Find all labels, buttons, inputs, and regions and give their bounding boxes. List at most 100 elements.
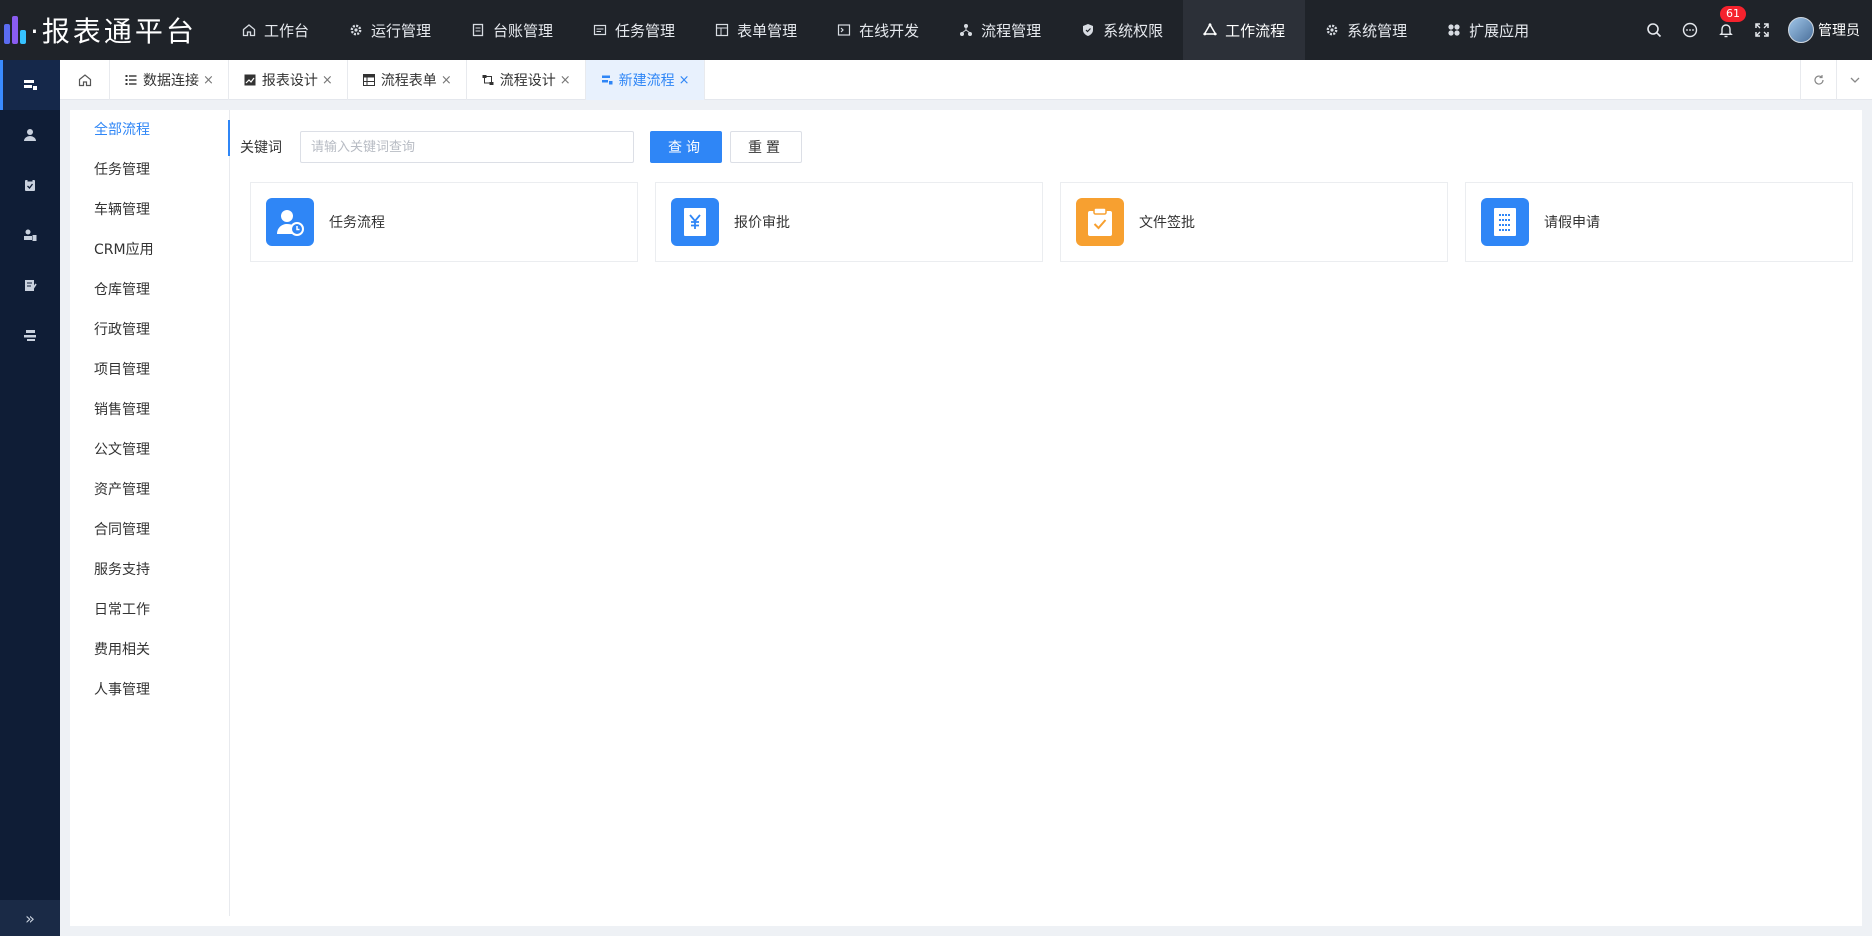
close-icon[interactable]: × <box>560 73 571 88</box>
category-item[interactable]: 行政管理 <box>70 310 229 350</box>
nav-item-label: 工作台 <box>264 21 310 40</box>
fullscreen-icon[interactable] <box>1744 0 1780 60</box>
nav-item-label: 在线开发 <box>859 21 920 40</box>
bell-icon[interactable]: 61 <box>1708 0 1746 60</box>
nav-item-label: 台账管理 <box>493 21 554 40</box>
side-rail: » <box>0 60 60 936</box>
nav-item-3[interactable]: 任务管理 <box>573 0 695 60</box>
category-item[interactable]: 全部流程 <box>70 110 230 156</box>
category-item[interactable]: 费用相关 <box>70 630 229 670</box>
search-icon[interactable] <box>1636 0 1672 60</box>
user-menu[interactable]: 管理员 <box>1780 17 1872 43</box>
nav-item-10[interactable]: 扩展应用 <box>1427 0 1549 60</box>
workflow-card-title: 请假申请 <box>1544 215 1600 231</box>
header-actions: 61 管理员 <box>1636 0 1872 60</box>
tab-label: 流程表单 <box>380 73 437 89</box>
double-chevron-right-icon: » <box>25 908 35 928</box>
category-list: 全部流程 任务管理 车辆管理 CRM应用 仓库管理 行政管理 项目管理 销售管理 公文管理 资产管… <box>70 110 230 916</box>
nav-item-label: 系统权限 <box>1103 21 1164 40</box>
flow-design-icon <box>481 73 495 87</box>
keyword-input[interactable] <box>300 131 634 163</box>
notification-badge: 61 <box>1720 6 1746 22</box>
yuan-document-icon <box>671 198 719 246</box>
nav-item-7[interactable]: 系统权限 <box>1061 0 1183 60</box>
gear-icon <box>1325 23 1339 37</box>
rail-item-org[interactable] <box>0 210 60 260</box>
workflow-card[interactable]: 文件签批 <box>1060 182 1448 262</box>
nav-item-8[interactable]: 工作流程 <box>1183 0 1306 60</box>
category-item[interactable]: 合同管理 <box>70 510 229 550</box>
category-item[interactable]: 资产管理 <box>70 470 229 510</box>
avatar <box>1788 17 1814 43</box>
category-item[interactable]: 人事管理 <box>70 670 229 710</box>
tab-1[interactable]: 报表设计 × <box>229 60 348 100</box>
task-icon <box>593 23 607 37</box>
main-panel: 全部流程 任务管理 车辆管理 CRM应用 仓库管理 行政管理 项目管理 销售管理 公文管理 资产管… <box>70 110 1862 926</box>
refresh-icon[interactable] <box>1800 60 1836 100</box>
apps-icon <box>1447 23 1461 37</box>
category-item[interactable]: 车辆管理 <box>70 190 229 230</box>
workflow-icon <box>24 80 37 90</box>
logo-icon <box>4 16 26 44</box>
clipboard-check-icon <box>1076 198 1124 246</box>
rail-item-edit[interactable] <box>0 260 60 310</box>
nav-item-9[interactable]: 系统管理 <box>1305 0 1427 60</box>
close-icon[interactable]: × <box>679 73 690 88</box>
rail-item-workflow[interactable] <box>0 60 60 110</box>
home-icon <box>78 74 91 87</box>
category-item[interactable]: CRM应用 <box>70 230 229 270</box>
rail-item-hand[interactable] <box>0 310 60 360</box>
close-icon[interactable]: × <box>203 73 214 88</box>
workflow-card[interactable]: 任务流程 <box>250 182 638 262</box>
workflow-card[interactable]: 请假申请 <box>1465 182 1853 262</box>
rail-item-user[interactable] <box>0 110 60 160</box>
app-logo[interactable]: ·报表通平台 <box>0 0 222 60</box>
category-item[interactable]: 销售管理 <box>70 390 229 430</box>
tab-home[interactable] <box>60 60 110 100</box>
nav-item-0[interactable]: 工作台 <box>222 0 329 60</box>
nav-item-label: 扩展应用 <box>1469 21 1530 40</box>
nav-item-label: 运行管理 <box>371 21 432 40</box>
nav-item-1[interactable]: 运行管理 <box>329 0 451 60</box>
keyword-label: 关键词 <box>240 140 282 156</box>
clipboard-icon <box>25 179 35 191</box>
close-icon[interactable]: × <box>322 73 333 88</box>
category-item[interactable]: 公文管理 <box>70 430 229 470</box>
close-icon[interactable]: × <box>441 73 452 88</box>
chart-icon <box>243 73 257 87</box>
tab-0[interactable]: 数据连接 × <box>110 60 229 100</box>
app-title: ·报表通平台 <box>30 15 197 48</box>
category-item[interactable]: 日常工作 <box>70 590 229 630</box>
nav-item-2[interactable]: 台账管理 <box>451 0 573 60</box>
query-button[interactable]: 查询 <box>650 131 722 163</box>
workflow-card[interactable]: 报价审批 <box>655 182 1043 262</box>
tab-4[interactable]: 新建流程 × <box>585 60 705 100</box>
category-item[interactable]: 仓库管理 <box>70 270 229 310</box>
nav-item-6[interactable]: 流程管理 <box>939 0 1061 60</box>
user-name: 管理员 <box>1818 23 1860 39</box>
nav-item-4[interactable]: 表单管理 <box>695 0 817 60</box>
home-icon <box>242 23 256 37</box>
expand-rail-button[interactable]: » <box>0 900 60 936</box>
chevron-down-icon[interactable] <box>1836 60 1872 100</box>
tab-2[interactable]: 流程表单 × <box>348 60 467 100</box>
tab-3[interactable]: 流程设计 × <box>467 60 586 100</box>
tab-label: 数据连接 <box>143 73 199 89</box>
shield-icon <box>1081 23 1095 37</box>
table-icon <box>362 73 376 87</box>
category-item[interactable]: 项目管理 <box>70 350 229 390</box>
workflow-icon <box>1203 23 1217 37</box>
category-item[interactable]: 任务管理 <box>70 150 229 190</box>
nav-item-5[interactable]: 在线开发 <box>817 0 939 60</box>
list-document-icon <box>1481 198 1529 246</box>
rail-item-clipboard[interactable] <box>0 160 60 210</box>
tab-label: 报表设计 <box>261 73 318 89</box>
tab-label: 流程设计 <box>499 73 556 89</box>
edit-icon <box>25 280 37 291</box>
workflow-card-title: 报价审批 <box>734 215 790 231</box>
message-icon[interactable] <box>1672 0 1708 60</box>
workflow-cards: 任务流程 报价审批 文件签批 请假申请 <box>250 182 1870 262</box>
category-item[interactable]: 服务支持 <box>70 550 229 590</box>
reset-button[interactable]: 重置 <box>730 131 802 163</box>
flow-icon <box>959 23 973 37</box>
